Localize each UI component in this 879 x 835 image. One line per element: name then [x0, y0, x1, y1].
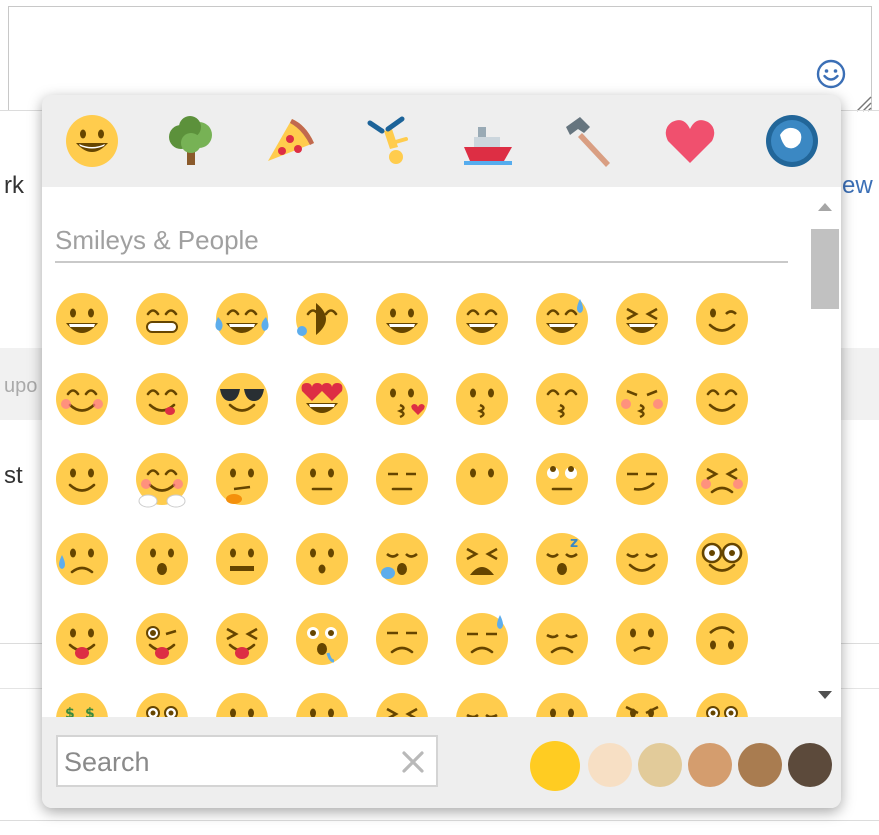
emoji-grinning-icon[interactable]	[56, 293, 108, 345]
emoji-stuck-out-tongue-closed-eyes-icon[interactable]	[216, 613, 268, 665]
skin-tone-5[interactable]	[738, 743, 782, 787]
background-text: upo	[4, 375, 38, 397]
emoji-rofl-icon[interactable]	[296, 293, 348, 345]
emoji-persevere-icon[interactable]	[696, 453, 748, 505]
emoji-upside-down-icon[interactable]	[696, 613, 748, 665]
search-input[interactable]	[62, 741, 396, 783]
background-text: st	[4, 462, 23, 489]
emoji-sweat-icon[interactable]	[456, 613, 508, 665]
skin-tone-2[interactable]	[588, 743, 632, 787]
emoji-drooling-icon[interactable]	[296, 613, 348, 665]
emoji-sunglasses-icon[interactable]	[216, 373, 268, 425]
emoji-disappointed-icon[interactable]	[456, 693, 508, 717]
background-text: rk	[4, 172, 24, 199]
emoji-disappointed-relieved-icon[interactable]	[56, 533, 108, 585]
emoji-picker: Smileys & People z $ $	[42, 95, 841, 808]
emoji-money-mouth-icon[interactable]: $ $	[56, 693, 108, 717]
category-smileys-icon[interactable]	[64, 113, 120, 169]
emoji-neutral-icon[interactable]	[296, 453, 348, 505]
emoji-list[interactable]: Smileys & People z $ $	[42, 187, 808, 717]
emoji-tired-icon[interactable]	[456, 533, 508, 585]
emoji-rolling-eyes-icon[interactable]	[536, 453, 588, 505]
emoji-smirk-icon[interactable]	[616, 453, 668, 505]
emoji-joy-icon[interactable]	[215, 293, 269, 345]
skin-tone-1[interactable]	[530, 741, 580, 791]
emoji-tongue-icon[interactable]	[56, 613, 108, 665]
emoji-kissing-closed-eyes-icon[interactable]	[616, 373, 668, 425]
svg-text:$: $	[85, 706, 95, 717]
emoji-grin-icon[interactable]	[136, 293, 188, 345]
emoji-kissing-icon[interactable]	[456, 373, 508, 425]
emoji-slight-smile-icon[interactable]	[56, 453, 108, 505]
emoji-kissing-smiling-eyes-icon[interactable]	[536, 373, 588, 425]
emoji-worried-icon[interactable]	[536, 693, 588, 717]
svg-text:$: $	[65, 706, 75, 717]
emoji-confused-icon[interactable]	[616, 613, 668, 665]
svg-text:z: z	[570, 535, 578, 551]
emoji-hugging-icon[interactable]	[136, 453, 188, 508]
emoji-wink-icon[interactable]	[696, 293, 748, 345]
emoji-nerd-icon[interactable]	[696, 533, 748, 585]
emoji-relieved-icon[interactable]	[616, 533, 668, 585]
category-symbols-icon[interactable]	[662, 113, 718, 169]
emoji-sleepy-icon[interactable]	[376, 533, 428, 585]
category-activity-icon[interactable]	[362, 113, 418, 169]
emoji-smile-icon[interactable]	[456, 293, 508, 345]
emoji-no-mouth-icon[interactable]	[456, 453, 508, 505]
emoji-sweat-smile-icon[interactable]	[536, 293, 588, 345]
emoji-thinking-icon[interactable]	[216, 453, 268, 505]
search-box	[56, 735, 438, 787]
emoji-laughing-icon[interactable]	[616, 293, 668, 345]
scroll-thumb[interactable]	[811, 229, 839, 309]
skin-tone-4[interactable]	[688, 743, 732, 787]
scroll-down-icon[interactable]	[813, 683, 837, 707]
emoji-blush-icon[interactable]	[56, 373, 108, 425]
emoji-grid: z$ $	[56, 293, 748, 717]
emoji-confounded-icon[interactable]	[376, 693, 428, 717]
smiley-face-icon[interactable]	[816, 59, 846, 89]
emoji-smiley-icon[interactable]	[376, 293, 428, 345]
skin-tone-6[interactable]	[788, 743, 832, 787]
emoji-yum-icon[interactable]	[136, 373, 188, 425]
category-flags-icon[interactable]	[764, 113, 820, 169]
scrollbar[interactable]	[808, 187, 841, 717]
emoji-unamused-icon[interactable]	[376, 613, 428, 665]
emoji-pensive-icon[interactable]	[536, 613, 588, 665]
emoji-flushed-icon[interactable]	[696, 693, 748, 717]
emoji-angry-icon[interactable]	[616, 693, 668, 717]
category-bar	[42, 95, 841, 187]
emoji-frowning-2-icon[interactable]	[296, 693, 348, 717]
category-travel-icon[interactable]	[460, 113, 516, 169]
background-link[interactable]: ew	[842, 172, 873, 200]
category-nature-icon[interactable]	[163, 113, 219, 169]
emoji-heart-eyes-icon[interactable]	[296, 373, 348, 425]
category-objects-icon[interactable]	[560, 113, 616, 169]
emoji-relaxed-icon[interactable]	[696, 373, 748, 425]
close-icon[interactable]	[398, 747, 428, 777]
emoji-frowning-icon[interactable]	[216, 693, 268, 717]
emoji-sleeping-icon[interactable]: z	[536, 533, 588, 585]
divider	[0, 820, 879, 821]
emoji-open-mouth-icon[interactable]	[136, 533, 188, 585]
emoji-kissing-heart-icon[interactable]	[376, 373, 428, 425]
category-food-icon[interactable]	[262, 113, 318, 169]
emoji-astonished-icon[interactable]	[136, 693, 188, 717]
emoji-hushed-icon[interactable]	[296, 533, 348, 585]
emoji-stuck-out-tongue-winking-eye-icon[interactable]	[136, 613, 188, 665]
scroll-up-icon[interactable]	[813, 195, 837, 219]
picker-footer	[42, 717, 841, 808]
skin-tone-3[interactable]	[638, 743, 682, 787]
emoji-expressionless-icon[interactable]	[376, 453, 428, 505]
emoji-zipper-mouth-icon[interactable]	[216, 533, 268, 585]
